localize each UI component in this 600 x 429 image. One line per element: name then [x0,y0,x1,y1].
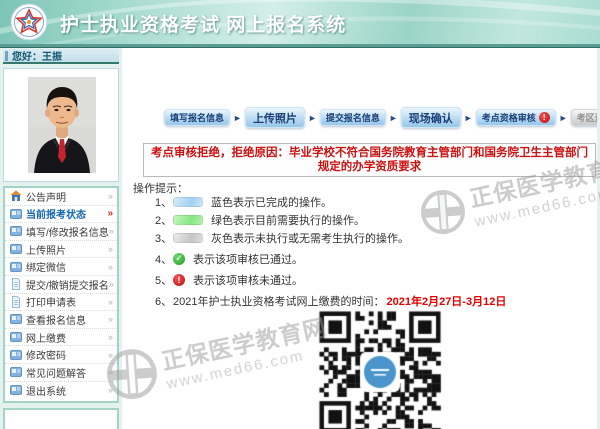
qr-code-image [315,307,445,429]
sidebar-item-label: 上传照片 [26,242,108,257]
applicant-portrait [28,77,96,173]
page-title: 护士执业资格考试 网上报名系统 [60,10,346,37]
card-icon [10,384,22,396]
sidebar-item-label: 打印申请表 [26,294,108,309]
green-check-icon: ✓ [173,253,185,265]
step-site-review: 考点资格审核 ! [476,109,556,126]
page-title-system: 网上报名系统 [226,15,346,36]
app-header: 护士执业资格考试 网上报名系统 [0,0,600,44]
page-title-exam: 护士执业资格考试 [60,15,220,36]
chevron-right-icon: » [108,191,113,201]
step-submit-info: 提交报名信息 [320,109,386,126]
red-exclamation-icon: ! [173,274,185,286]
sidebar-item-edit-registration[interactable]: 填写/修改报名信息 » [5,223,117,241]
tip-text: 绿色表示目前需要执行的操作。 [211,212,365,228]
card-icon [10,261,22,273]
chevron-right-icon: » [108,244,113,254]
sidebar-item-faq[interactable]: 常见问题解答 » [5,364,117,382]
sidebar-item-label: 常见问题解答 [26,365,108,380]
rejected-exclamation-icon: ! [539,112,550,123]
sidebar-item-label: 绑定微信 [26,259,108,274]
sidebar-item-label: 网上缴费 [26,330,108,345]
chevron-right-icon: » [108,262,113,272]
user-greeting: 您好：王振 [3,49,119,64]
tip-text: 表示该项审核已通过。 [193,251,303,267]
tip-item-payment-period: 6、 2021年护士执业资格考试网上缴费的时间： 2021年2月27日-3月12… [155,293,506,308]
card-icon [10,366,22,378]
sidebar-item-label: 公告声明 [26,189,108,204]
document-icon [10,278,22,290]
tip-item-failed: 5、 ! 表示该项审核未通过。 [155,272,506,287]
blue-swatch-icon [173,197,203,207]
sidebar-item-label: 查看报名信息 [26,312,108,327]
tip-item-blue: 1、 蓝色表示已完成的操作。 [155,194,506,209]
step-arrow-icon: ► [464,113,473,123]
card-icon [10,243,22,255]
nurse-exam-registration-page: 护士执业资格考试 网上报名系统 您好：王振 [0,0,600,429]
step-district-review: 考区资格审核 [571,109,597,126]
sidebar-item-label: 填写/修改报名信息 [26,224,109,239]
review-rejection-alert: 考点审核拒绝，拒绝原因：毕业学校不符合国务院教育主管部门和国务院卫生主管部门规定… [143,143,596,177]
step-arrow-icon: ► [559,113,568,123]
card-icon [10,225,22,237]
sidebar-item-label: 修改密码 [26,347,108,362]
sidebar-item-view-registration[interactable]: 查看报名信息 » [5,311,117,329]
chevron-right-icon: » [107,208,113,219]
document-icon [10,296,22,308]
step-upload-photo: 上传照片 [245,107,305,128]
step-onsite-confirm: 现场确认 [401,107,461,128]
sidebar-item-submit-withdraw[interactable]: 提交/撤销提交报名 » [5,276,117,294]
tip-item-passed: 4、 ✓ 表示该项审核已通过。 [155,251,506,266]
tip-item-green: 2、 绿色表示目前需要执行的操作。 [155,212,506,227]
chevron-right-icon: » [108,297,113,307]
sidebar-item-current-status[interactable]: 当前报考状态 » [5,206,117,224]
registration-progress-tracker: 填写报名信息 ► 上传照片 ► 提交报名信息 ► 现场确认 ► 考点资格审核 !… [164,107,597,128]
step-arrow-icon: ► [389,113,398,123]
card-icon [10,208,22,220]
card-icon [10,331,22,343]
sidebar-item-label: 提交/撤销提交报名 [26,277,109,292]
step-fill-info: 填写报名信息 [164,109,230,126]
applicant-photo-box [3,68,119,182]
tips-list: 1、 蓝色表示已完成的操作。 2、 绿色表示目前需要执行的操作。 3、 灰色表示… [155,194,506,311]
wechat-qr-code [315,307,445,429]
home-icon [10,190,22,202]
sidebar-item-upload-photo[interactable]: 上传照片 » [5,241,117,259]
chevron-right-icon: » [108,332,113,342]
sidebar-item-label: 当前报考状态 [26,206,107,221]
card-icon [10,349,22,361]
chevron-right-icon: » [109,279,114,289]
tip-text: 表示该项审核未通过。 [193,272,303,288]
tip-text: 蓝色表示已完成的操作。 [211,194,332,210]
sidebar-item-online-payment[interactable]: 网上缴费 » [5,329,117,347]
sidebar-item-label: 退出系统 [26,383,108,398]
exam-authority-logo [10,3,48,41]
main-content: 填写报名信息 ► 上传照片 ► 提交报名信息 ► 现场确认 ► 考点资格审核 !… [122,48,597,429]
gray-swatch-icon [173,233,203,243]
chevron-right-icon: » [108,385,113,395]
chevron-right-icon: » [108,350,113,360]
tip-item-gray: 3、 灰色表示未执行或无需考生执行的操作。 [155,230,506,245]
chevron-right-icon: » [108,314,113,324]
step-arrow-icon: ► [233,113,242,123]
card-icon [10,313,22,325]
sidebar-menu: 公告声明 » 当前报考状态 » 填写/修改报名信息 » 上传照片 » 绑定微信 … [3,186,119,403]
chevron-right-icon: » [108,367,113,377]
green-swatch-icon [173,215,203,225]
sidebar-footer-panel [3,408,119,429]
sidebar-item-announcement[interactable]: 公告声明 » [5,188,117,206]
rejection-reason-text: 考点审核拒绝，拒绝原因：毕业学校不符合国务院教育主管部门和国务院卫生主管部门规定… [150,146,589,174]
sidebar-item-bind-wechat[interactable]: 绑定微信 » [5,258,117,276]
step-arrow-icon: ► [308,113,317,123]
greeting-accent-bar [5,51,8,61]
tip-text: 灰色表示未执行或无需考生执行的操作。 [211,230,409,246]
chevron-right-icon: » [109,226,114,236]
sidebar-item-print-application[interactable]: 打印申请表 » [5,294,117,312]
sidebar-item-change-password[interactable]: 修改密码 » [5,346,117,364]
sidebar-item-logout[interactable]: 退出系统 » [5,382,117,400]
greeting-text: 您好：王振 [12,48,62,63]
